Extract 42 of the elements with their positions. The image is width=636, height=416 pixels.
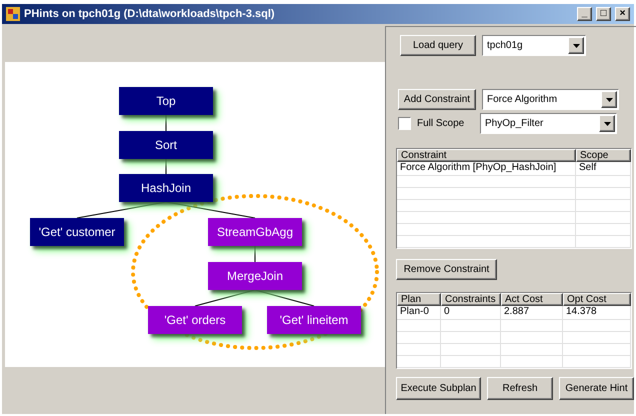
load-query-button[interactable]: Load query [400,35,476,56]
table-cell: 0 [441,306,501,319]
edge-line [194,290,256,306]
table-cell: Force Algorithm [PhyOp_HashJoin] [397,162,576,175]
plan-node[interactable]: 'Get' customer [30,218,124,246]
column-header[interactable]: Opt Cost [563,293,631,306]
column-header[interactable]: Act Cost [501,293,563,306]
column-header[interactable]: Scope [576,149,631,162]
edge-line [254,246,256,262]
full-scope-label: Full Scope [417,117,466,131]
column-header[interactable]: Constraints [441,293,501,306]
column-header[interactable]: Plan [397,293,441,306]
dropdown-value: tpch01g [486,39,524,53]
plan-node[interactable]: 'Get' lineitem [267,306,361,334]
constraint-type-dropdown[interactable]: Force Algorithm [482,89,619,110]
plan-node[interactable]: MergeJoin [208,262,302,290]
plan-node[interactable]: StreamGbAgg [208,218,302,246]
close-button[interactable]: × [615,7,630,21]
dropdown-value: PhyOp_Filter [484,117,544,131]
column-header[interactable]: Constraint [397,149,576,162]
maximize-button[interactable]: □ [596,7,611,21]
plan-node[interactable]: Sort [119,131,213,159]
table-cell: 2.887 [501,306,563,319]
plan-node[interactable]: Top [119,87,213,115]
add-constraint-button[interactable]: Add Constraint [398,89,476,110]
minimize-button[interactable]: _ [577,7,592,21]
plan-node[interactable]: 'Get' orders [148,306,242,334]
window-title: PHints on tpch01g (D:\dta\workloads\tpch-3.sql) [24,6,276,22]
action-button[interactable]: Refresh [487,377,553,400]
remove-constraint-button[interactable]: Remove Constraint [396,259,497,280]
app-icon [6,7,20,21]
table-cell: Self [576,162,631,175]
edge-line [254,290,314,306]
full-scope-checkbox[interactable] [398,117,411,130]
operator-dropdown[interactable]: PhyOp_Filter [480,113,617,134]
query-dropdown[interactable]: tpch01g [482,35,586,56]
action-button[interactable]: Generate Hint [559,377,634,400]
dropdown-value: Force Algorithm [486,93,558,107]
table-cell: 14.378 [563,306,631,319]
action-button[interactable]: Execute Subplan [396,377,481,400]
plan-node[interactable]: HashJoin [119,174,213,202]
table-cell: Plan-0 [397,306,441,319]
